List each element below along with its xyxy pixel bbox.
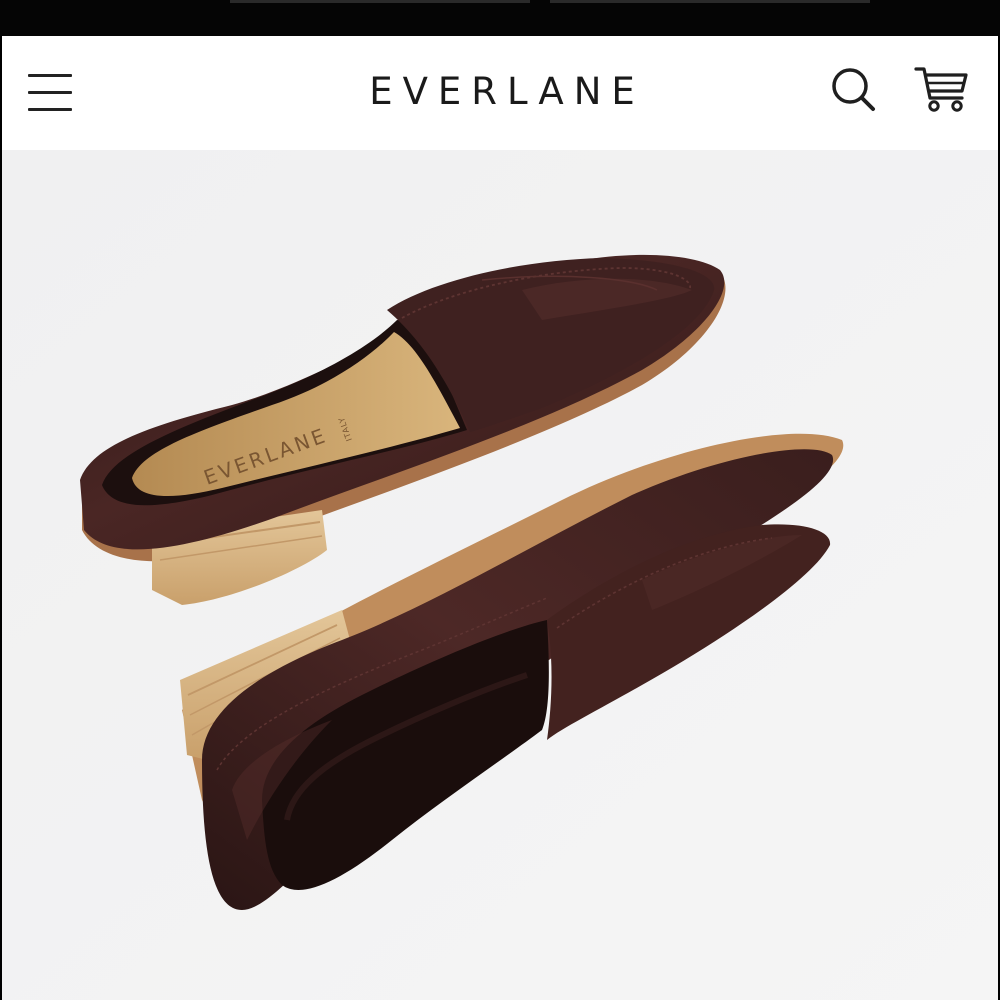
hamburger-menu-icon xyxy=(28,108,72,111)
hamburger-menu-icon xyxy=(28,74,72,77)
status-bar-segment xyxy=(230,0,530,3)
app-screen: EVERLANE EVERLANE ITALY xyxy=(0,0,1000,1000)
hamburger-menu-icon xyxy=(28,91,72,94)
menu-button[interactable] xyxy=(26,72,74,114)
status-bar xyxy=(0,0,1000,36)
search-button[interactable] xyxy=(828,64,880,116)
search-icon xyxy=(832,68,875,111)
loafers-photo: EVERLANE ITALY xyxy=(2,150,998,1000)
brand-logo[interactable]: EVERLANE xyxy=(302,68,702,116)
site-header: EVERLANE xyxy=(2,36,998,150)
hero-product-image[interactable]: EVERLANE ITALY xyxy=(2,150,998,1000)
status-bar-segment xyxy=(550,0,870,3)
cart-button[interactable] xyxy=(912,64,972,116)
shopping-cart-icon xyxy=(914,67,968,112)
